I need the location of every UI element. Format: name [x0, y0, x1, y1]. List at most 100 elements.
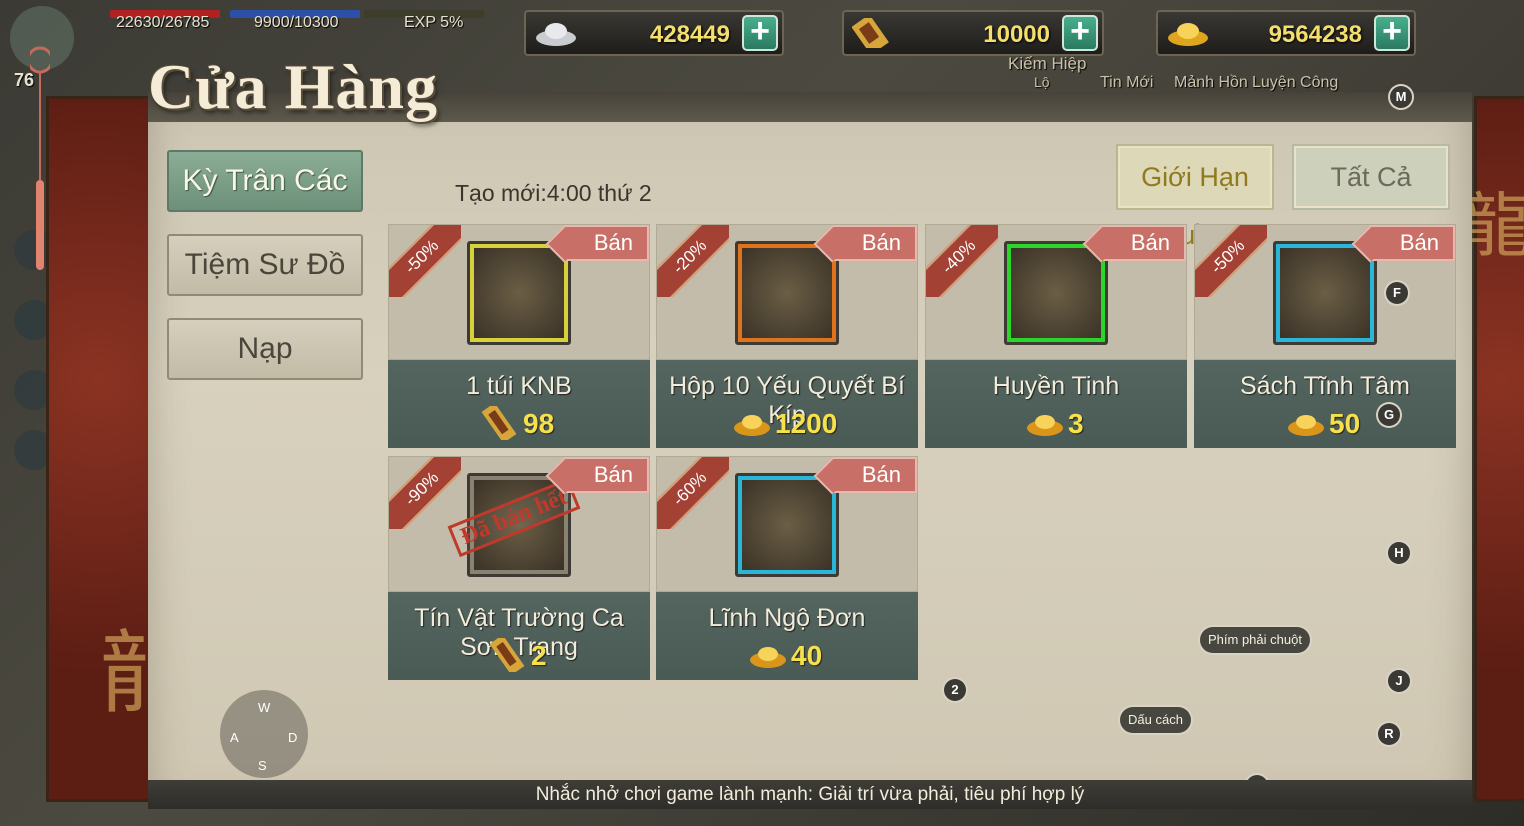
top-label-kiem-hiep[interactable]: Kiếm Hiệp — [1008, 54, 1086, 74]
keyhint-f: F — [1386, 282, 1408, 304]
discount-ribbon: -50% — [1195, 225, 1267, 297]
hint-right-click: Phím phải chuột — [1200, 627, 1310, 653]
item-display: -60% Bán — [656, 456, 918, 592]
add-voucher-button[interactable]: + — [1062, 14, 1098, 51]
sell-tag: Bán — [1351, 225, 1455, 263]
shop-item-card[interactable]: Đã bán hết -90% Bán Tín Vật Trường Ca Sơn T… — [388, 456, 650, 680]
item-info: Sách Tĩnh Tâm 50 — [1194, 360, 1456, 448]
sell-tag: Bán — [545, 225, 649, 263]
top-label-tin-moi[interactable]: Tin Mới — [1100, 74, 1153, 92]
shop-item-card[interactable]: -50% Bán 1 túi KNB 98 — [388, 224, 650, 448]
item-icon — [1280, 248, 1370, 338]
tab-tiem-su-do[interactable]: Tiệm Sư Đồ — [167, 234, 363, 296]
top-label-lo[interactable]: Lộ — [1034, 74, 1050, 90]
discount-label: -90% — [389, 457, 461, 529]
item-display: -50% Bán — [388, 224, 650, 360]
discount-label: -50% — [1195, 225, 1267, 297]
gold-ingot-icon — [749, 638, 787, 672]
shop-item-card[interactable]: -20% Bán Hộp 10 Yếu Quyết Bí Kíp 1200 — [656, 224, 918, 448]
gold-ingot-icon — [1168, 23, 1208, 46]
item-price: 3 — [1068, 408, 1084, 439]
discount-ribbon: -40% — [926, 225, 998, 297]
tab-nap[interactable]: Nạp — [167, 318, 363, 380]
mp-text: 9900/10300 — [254, 14, 339, 31]
keyhint-m: M — [1390, 86, 1412, 108]
item-icon-frame[interactable] — [735, 473, 839, 577]
gold-ingot-icon — [1287, 406, 1325, 440]
item-icon — [474, 248, 564, 338]
shop-item-card[interactable]: -60% Bán Lĩnh Ngộ Đơn 40 — [656, 456, 918, 680]
item-display: -50% Bán — [1194, 224, 1456, 360]
item-price: 50 — [1329, 408, 1361, 439]
joystick-s: S — [258, 758, 267, 773]
refresh-time: Tạo mới:4:00 thứ 2 — [455, 180, 652, 206]
discount-ribbon: -20% — [657, 225, 729, 297]
add-silver-button[interactable]: + — [742, 14, 778, 51]
discount-ribbon: -50% — [389, 225, 461, 297]
discount-label: -20% — [657, 225, 729, 297]
item-icon-frame[interactable] — [1273, 241, 1377, 345]
top-label-manh-hon[interactable]: Mảnh Hồn — [1174, 74, 1248, 92]
item-icon — [742, 248, 832, 338]
tab-ky-tran-cac[interactable]: Kỳ Trân Các — [167, 150, 363, 212]
keyhint-h: H — [1388, 542, 1410, 564]
voucher-amount: 10000 — [983, 21, 1050, 48]
shop-item-card[interactable]: -40% Bán Huyền Tinh 3 — [925, 224, 1187, 448]
sell-label: Bán — [1399, 230, 1439, 255]
discount-label: -40% — [926, 225, 998, 297]
item-name: Lĩnh Ngộ Đơn — [708, 604, 866, 632]
shop-item-card[interactable]: -50% Bán Sách Tĩnh Tâm 50 — [1194, 224, 1456, 448]
gold-amount: 9564238 — [1268, 21, 1362, 48]
filter-weekly-limit[interactable]: Giới Hạn Tuần — [1118, 146, 1272, 250]
discount-ribbon: -90% — [389, 457, 461, 529]
item-price: 2 — [531, 640, 547, 671]
exp-text: EXP 5% — [404, 14, 464, 31]
item-name: Huyền Tinh — [992, 372, 1120, 400]
tassel-ornament-icon — [30, 46, 50, 270]
keyhint-j: J — [1388, 670, 1410, 692]
add-gold-button[interactable]: + — [1374, 14, 1410, 51]
item-info: Lĩnh Ngộ Đơn 40 — [656, 592, 918, 680]
item-price: 98 — [523, 408, 555, 439]
voucher-icon — [481, 402, 519, 444]
sell-label: Bán — [861, 230, 901, 255]
joystick-d: D — [288, 730, 298, 745]
sell-label: Bán — [1130, 230, 1170, 255]
gold-ingot-icon — [1026, 406, 1064, 440]
sell-label: Bán — [861, 462, 901, 487]
discount-label: -60% — [657, 457, 729, 529]
item-icon-frame[interactable] — [735, 241, 839, 345]
voucher-icon — [489, 634, 527, 676]
health-reminder: Nhắc nhở chơi game lành mạnh: Giải trí v… — [148, 780, 1472, 809]
keyhint-r: R — [1378, 723, 1400, 745]
item-info: 1 túi KNB 98 — [388, 360, 650, 448]
filter-all[interactable]: Tất Cả — [1294, 146, 1448, 208]
sell-label: Bán — [593, 462, 633, 487]
sell-tag: Bán — [545, 457, 649, 495]
item-icon-frame[interactable] — [1004, 241, 1108, 345]
sell-tag: Bán — [813, 225, 917, 263]
joystick-w: W — [258, 700, 271, 715]
movement-joystick[interactable]: W A S D — [220, 690, 308, 778]
joystick-a: A — [230, 730, 239, 745]
item-display: -40% Bán — [925, 224, 1187, 360]
item-info: Hộp 10 Yếu Quyết Bí Kíp 1200 — [656, 360, 918, 448]
item-name: 1 túi KNB — [466, 372, 572, 400]
sell-label: Bán — [593, 230, 633, 255]
item-icon — [742, 480, 832, 570]
discount-label: -50% — [389, 225, 461, 297]
hp-text: 22630/26785 — [116, 14, 210, 31]
sell-tag: Bán — [1082, 225, 1186, 263]
top-label-luyen-cong[interactable]: Luyện Công — [1252, 74, 1338, 92]
shop-title: Cửa Hàng — [148, 51, 438, 122]
gold-ingot-icon — [733, 406, 771, 440]
item-name: Sách Tĩnh Tâm — [1240, 372, 1410, 400]
item-info: Huyền Tinh 3 — [925, 360, 1187, 448]
item-price: 1200 — [775, 408, 838, 439]
keyhint-g: G — [1378, 404, 1400, 426]
item-icon-frame[interactable] — [467, 241, 571, 345]
sell-tag: Bán — [813, 457, 917, 495]
item-price: 40 — [791, 640, 823, 671]
keyhint-2: 2 — [944, 679, 966, 701]
item-info: Tín Vật Trường Ca Sơn Trang 2 — [388, 592, 650, 680]
